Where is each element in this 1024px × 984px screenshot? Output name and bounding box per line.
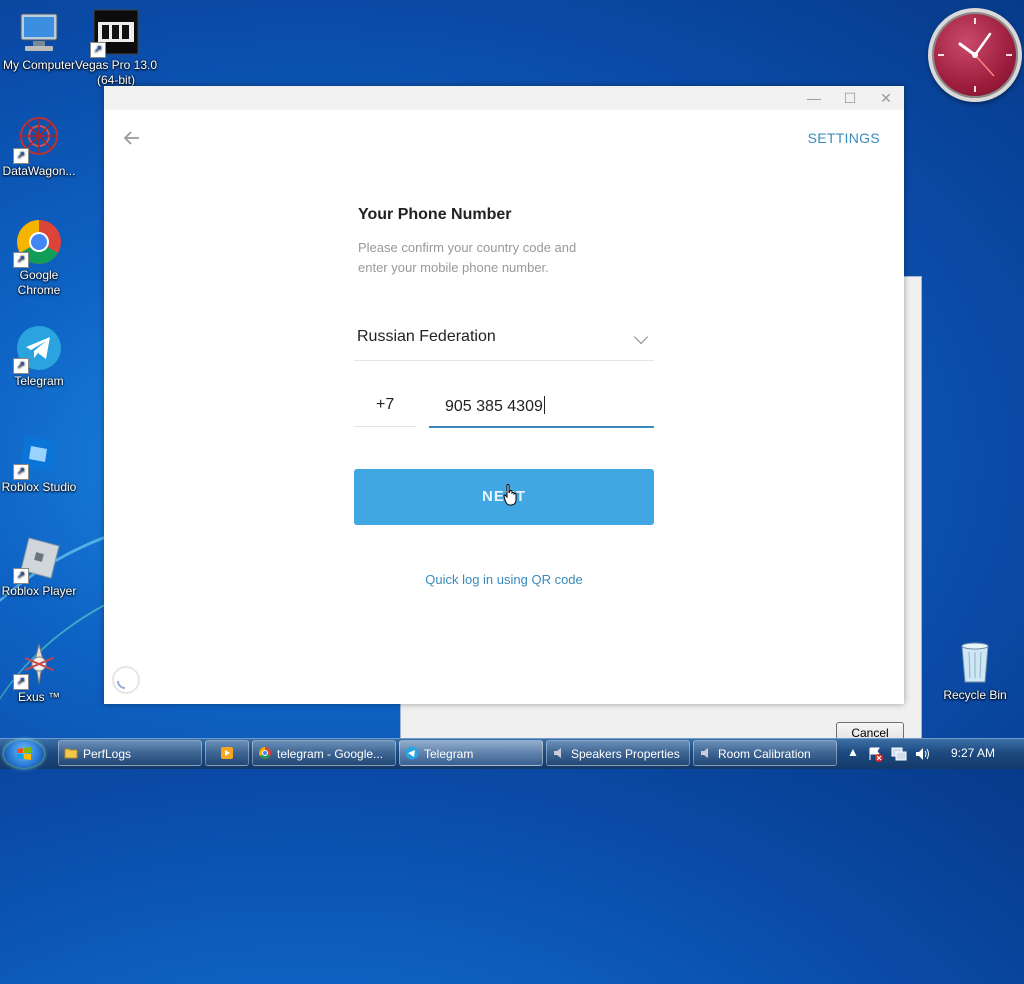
country-code-field[interactable]: +7: [354, 386, 416, 427]
network-icon[interactable]: [891, 746, 907, 762]
maximize-icon: ☐: [843, 90, 857, 106]
country-code-value: +7: [376, 396, 395, 413]
telegram-window: — ☐ ✕ SETTINGS Your Phone Number Please …: [104, 86, 904, 704]
shortcut-arrow-icon: ↗: [90, 42, 106, 58]
desktop-icon-label: Roblox Player: [1, 584, 77, 598]
system-clock[interactable]: 9:27 AM: [951, 746, 995, 760]
desktop-icon-recycle-bin[interactable]: Recycle Bin: [933, 638, 1017, 703]
close-icon: ✕: [880, 90, 892, 106]
page-description: Please confirm your country code and ent…: [358, 240, 577, 275]
speaker-icon: [701, 748, 708, 758]
desktop-icon-label: Recycle Bin: [943, 688, 1007, 702]
chrome-icon: [259, 747, 271, 759]
back-button[interactable]: [122, 128, 146, 152]
desktop-icon-label: My Computer: [2, 58, 76, 72]
taskbar-item-label: Room Calibration: [718, 747, 811, 761]
desktop-icon-my-computer[interactable]: My Computer: [0, 8, 81, 73]
clock-face: [928, 8, 1022, 102]
phone-number-value: 905 385 4309: [445, 398, 543, 415]
desktop-icon-label: Vegas Pro 13.0 (64-bit): [74, 58, 158, 87]
taskbar-item-label: Telegram: [424, 747, 474, 761]
country-value: Russian Federation: [357, 328, 496, 345]
telegram-icon: ↗: [13, 324, 63, 374]
desktop-icon-google-chrome[interactable]: ↗ Google Chrome: [0, 218, 81, 298]
exus-icon: ↗: [13, 640, 63, 690]
taskbar-item-label: Speakers Properties: [571, 747, 680, 761]
recycle-bin-icon: [951, 638, 999, 686]
roblox-studio-icon: ↗: [13, 430, 63, 480]
desktop-icon-label: Exus ™: [17, 690, 60, 704]
start-button[interactable]: [4, 740, 44, 768]
desktop-icon-telegram[interactable]: ↗ Telegram: [0, 324, 81, 389]
desktop-icon-exus[interactable]: ↗ Exus ™: [0, 640, 81, 705]
minimize-icon: —: [807, 90, 821, 106]
shortcut-arrow-icon: ↗: [13, 358, 29, 374]
clock-gadget[interactable]: [928, 8, 1022, 132]
taskbar-item-media-player[interactable]: [205, 740, 249, 766]
shortcut-arrow-icon: ↗: [13, 568, 29, 584]
close-button[interactable]: ✕: [870, 86, 902, 110]
arrow-left-icon: [123, 131, 139, 145]
action-center-icon[interactable]: [867, 746, 883, 762]
folder-icon: [64, 748, 78, 759]
computer-icon: [15, 8, 63, 56]
taskbar-item-perflogs[interactable]: PerfLogs: [58, 740, 202, 766]
settings-link[interactable]: SETTINGS: [808, 130, 880, 146]
title-bar: — ☐ ✕: [104, 86, 904, 110]
shortcut-arrow-icon: ↗: [13, 252, 29, 268]
phone-number-field[interactable]: 905 385 4309: [429, 386, 654, 428]
system-tray: ▲ 9:27 AM: [843, 740, 1024, 768]
film-icon: ↗: [90, 8, 140, 58]
desktop-icon-label: Roblox Studio: [1, 480, 77, 494]
text-caret: [543, 396, 545, 414]
hand-cursor-icon: [503, 484, 517, 506]
page-title: Your Phone Number: [358, 206, 512, 223]
tray-expand-icon[interactable]: ▲: [847, 745, 859, 759]
desktop-icon-roblox-player[interactable]: ↗ Roblox Player: [0, 534, 81, 599]
windows-logo-icon: [17, 747, 31, 760]
loading-spinner-icon: [112, 666, 140, 694]
telegram-icon: [405, 746, 419, 760]
login-form: Your Phone Number Please confirm your co…: [354, 206, 654, 587]
desktop-icon-label: Telegram: [14, 374, 64, 388]
taskbar-item-speakers-properties[interactable]: Speakers Properties: [546, 740, 690, 766]
desktop-icon-datawagon[interactable]: ↗ DataWagon...: [0, 114, 81, 179]
desktop-icon-roblox-studio[interactable]: ↗ Roblox Studio: [0, 430, 81, 495]
maximize-button[interactable]: ☐: [834, 86, 866, 110]
chrome-icon: ↗: [13, 218, 63, 268]
speaker-icon: [554, 748, 561, 758]
shortcut-arrow-icon: ↗: [13, 148, 29, 164]
qr-login-link[interactable]: Quick log in using QR code: [354, 572, 654, 587]
taskbar-item-chrome[interactable]: telegram - Google...: [252, 740, 396, 766]
roblox-player-icon: ↗: [13, 534, 63, 584]
datawagon-icon: ↗: [13, 114, 63, 164]
country-select[interactable]: Russian Federation: [354, 318, 654, 361]
minimize-button[interactable]: —: [798, 86, 830, 110]
taskbar-item-room-calibration[interactable]: Room Calibration: [693, 740, 837, 766]
chevron-down-icon: [633, 329, 649, 345]
taskbar-item-label: PerfLogs: [83, 747, 132, 761]
desktop-icon-label: DataWagon...: [2, 164, 76, 178]
shortcut-arrow-icon: ↗: [13, 674, 29, 690]
desktop-icon-vegas-pro[interactable]: ↗ Vegas Pro 13.0 (64-bit): [74, 8, 158, 88]
taskbar-item-telegram[interactable]: Telegram: [399, 740, 543, 766]
taskbar-item-label: telegram - Google...: [277, 747, 384, 761]
volume-icon[interactable]: [915, 746, 931, 762]
shortcut-arrow-icon: ↗: [13, 464, 29, 480]
desktop-icon-label: Google Chrome: [17, 268, 61, 297]
media-player-icon: [221, 747, 233, 759]
